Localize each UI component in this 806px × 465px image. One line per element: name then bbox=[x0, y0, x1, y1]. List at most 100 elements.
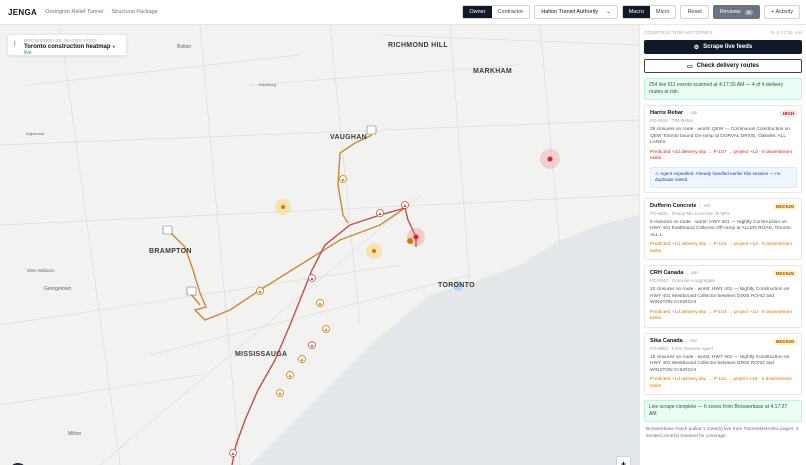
supplier-building-icon bbox=[162, 225, 173, 235]
svg-text:▲: ▲ bbox=[403, 203, 408, 209]
zoom-in-button[interactable]: + bbox=[617, 457, 630, 465]
risk-level-badge: MEDIUM bbox=[772, 202, 797, 210]
warning-icon: ▲ bbox=[276, 389, 284, 397]
authority-select[interactable]: Halton Transit Authority ⌄ bbox=[534, 5, 618, 19]
contractor-view-button[interactable]: Contractor bbox=[491, 6, 530, 18]
closure-summary: 16 closures on route · worst: HWY 401 — … bbox=[650, 354, 790, 373]
feed-title: Toronto construction heatmap ● live bbox=[24, 44, 121, 56]
map-label-brampton: BRAMPTON bbox=[149, 248, 192, 255]
map-label-bolton: Bolton bbox=[177, 44, 192, 50]
map-label-georgetown: Georgetown bbox=[44, 286, 72, 292]
top-bar: JENGA Ossington Relief Tunnel · Structural… bbox=[0, 0, 806, 25]
hotzone-dot bbox=[407, 238, 413, 244]
svg-text:▲: ▲ bbox=[341, 177, 346, 183]
delay-prediction: Predicted +2d delivery slip → P-107 → pr… bbox=[650, 149, 793, 162]
delay-prediction: Predicted +1d delivery slip → P-112 → pr… bbox=[650, 377, 792, 389]
risk-level-badge: HIGH bbox=[779, 110, 797, 117]
site-link[interactable]: → site bbox=[698, 203, 711, 208]
scrape-live-feeds-button[interactable]: ⚙ Scrape live feeds bbox=[644, 40, 802, 54]
supplier-name-text: Harris Rebar bbox=[650, 110, 684, 116]
micro-mode-button[interactable]: Micro bbox=[650, 6, 676, 18]
risk-card[interactable]: Harris Rebar → site HIGH PO-8934 · TIM R… bbox=[644, 105, 802, 193]
truck-icon: ▭ bbox=[686, 63, 693, 70]
browserbase-footnote: Browserbase Fetch pulled 1 zone(s) live … bbox=[646, 427, 799, 439]
authority-select-value: Halton Transit Authority bbox=[541, 9, 599, 15]
purchase-order: PO-8821 · Ready-Mix Concrete 35 MPa bbox=[650, 210, 730, 216]
svg-text:▲: ▲ bbox=[310, 276, 315, 282]
scrape-icon: ⚙ bbox=[693, 44, 700, 51]
hotzone-dot bbox=[281, 205, 285, 209]
warning-icon: ▲ bbox=[256, 287, 264, 295]
route-path bbox=[167, 207, 406, 321]
warning-icon: ▲ bbox=[308, 341, 316, 349]
purchase-order: PO-8934 · TIM Rebar bbox=[650, 118, 694, 123]
toolbar: Owner Contractor Halton Transit Authorit… bbox=[462, 5, 800, 19]
svg-text:▲: ▲ bbox=[324, 327, 329, 333]
map-graphics: ▲ ▲ ▲ ▲ ▲ ▲ ▲ ▲ ▲ ▲ ▲ ▲ bbox=[0, 25, 639, 465]
risk-card[interactable]: Dufferin Concrete → site MEDIUM PO-8821 … bbox=[644, 197, 802, 260]
warning-icon: ▲ bbox=[308, 274, 316, 282]
reset-button[interactable]: Reset bbox=[680, 5, 709, 19]
reviews-count-badge: 0 bbox=[744, 9, 754, 15]
feed-kicker: BROWSERBASE MACRO FEED bbox=[24, 38, 98, 43]
delay-prediction: Predicted +1d delivery slip → P-103 → pr… bbox=[650, 309, 793, 322]
breadcrumb-separator: · bbox=[106, 9, 109, 15]
hotzone-dot bbox=[547, 156, 553, 162]
delay-prediction: Predicted +1d delivery slip → P-104 → pr… bbox=[650, 242, 793, 254]
map-label-richmond-hill: RICHMOND HILL bbox=[388, 42, 448, 49]
svg-text:▲: ▲ bbox=[288, 373, 293, 379]
macro-mode-button[interactable]: Macro bbox=[622, 6, 650, 18]
macro-feed-card[interactable]: ⌇ BROWSERBASE MACRO FEED Toronto constru… bbox=[7, 34, 127, 56]
closure-summary: 22 closures on route · worst: HWY 401 — … bbox=[650, 287, 790, 305]
breadcrumb-package[interactable]: Structural Package bbox=[111, 9, 157, 15]
site-link[interactable]: → site bbox=[685, 110, 698, 115]
map-canvas[interactable]: ▲ ▲ ▲ ▲ ▲ ▲ ▲ ▲ ▲ ▲ ▲ ▲ Bolton RICHMOND … bbox=[0, 25, 639, 465]
zoom-control: + − bbox=[616, 456, 631, 465]
closure-summary: 39 closures on route · worst: QEW — Cont… bbox=[650, 127, 790, 145]
risk-card[interactable]: CRH Canada → site MEDIUM PO-8840 · Granu… bbox=[644, 265, 802, 328]
map-label-inglewood: Inglewood bbox=[26, 131, 45, 136]
warning-icon: ▲ bbox=[298, 355, 306, 363]
check-delivery-routes-button[interactable]: ▭ Check delivery routes bbox=[644, 59, 802, 73]
warning-icon: ▲ bbox=[401, 201, 409, 209]
warning-icon: ▲ bbox=[316, 299, 324, 307]
map-label-markham: MARKHAM bbox=[473, 68, 513, 75]
warning-icon: ▲ bbox=[229, 449, 237, 457]
supplier-markers bbox=[162, 125, 377, 296]
map-label-glen-williams: Glen Williams bbox=[27, 268, 55, 273]
purchase-order: PO-8840 · Granular A Aggregate bbox=[650, 278, 716, 283]
brand-logo[interactable]: JENGA bbox=[8, 8, 37, 17]
owner-view-button[interactable]: Owner bbox=[463, 6, 492, 18]
breadcrumb-project[interactable]: Ossington Relief Tunnel bbox=[45, 9, 103, 15]
closure-summary: 8 closures on route · worst: HWY 401 — N… bbox=[650, 219, 792, 238]
supplier-building-icon bbox=[186, 286, 197, 296]
site-link[interactable]: → site bbox=[684, 338, 697, 343]
mode-toggle: Macro Micro bbox=[621, 5, 677, 19]
svg-text:▲: ▲ bbox=[378, 211, 383, 217]
svg-text:▲: ▲ bbox=[318, 301, 323, 307]
site-link[interactable]: → site bbox=[685, 270, 698, 275]
supplier-name-text: Sika Canada bbox=[650, 337, 683, 344]
scan-notice: 254 live 511 events scanned at 4:17:30 A… bbox=[644, 78, 802, 100]
map-label-vaughan: VAUGHAN bbox=[330, 134, 367, 141]
reviews-label: Reviews bbox=[719, 9, 741, 15]
svg-text:▲: ▲ bbox=[258, 289, 263, 295]
scrape-label: Scrape live feeds bbox=[703, 44, 753, 50]
map-label-milton: Milton bbox=[68, 431, 82, 437]
warning-icon: ▲ bbox=[376, 209, 384, 217]
map-label-kleinburg: Kleinburg bbox=[259, 82, 276, 87]
panel-timestamp: ⟳ 4:27:31 AM bbox=[770, 30, 802, 35]
hotzone-dot bbox=[413, 234, 419, 240]
warning-icon: ▲ bbox=[322, 325, 330, 333]
view-toggle: Owner Contractor bbox=[462, 5, 531, 19]
risk-level-badge: MEDIUM bbox=[772, 270, 797, 277]
risk-level-badge: MEDIUM bbox=[772, 337, 797, 345]
risk-card[interactable]: Sika Canada → site MEDIUM PO-8863 · Form… bbox=[644, 332, 802, 395]
reviews-button[interactable]: Reviews 0 bbox=[712, 5, 761, 19]
warning-icon: ▲ bbox=[286, 371, 294, 379]
svg-text:▲: ▲ bbox=[300, 357, 305, 363]
activity-button[interactable]: + Activity bbox=[764, 5, 800, 19]
panel-header: CONSTRUCTION HOTZONES ⟳ 4:27:31 AM bbox=[644, 30, 802, 36]
scrape-complete-notice: Live scrape complete — 6 zones from Brow… bbox=[644, 400, 802, 422]
purchase-order: PO-8863 · Form Release Agent bbox=[650, 345, 714, 351]
